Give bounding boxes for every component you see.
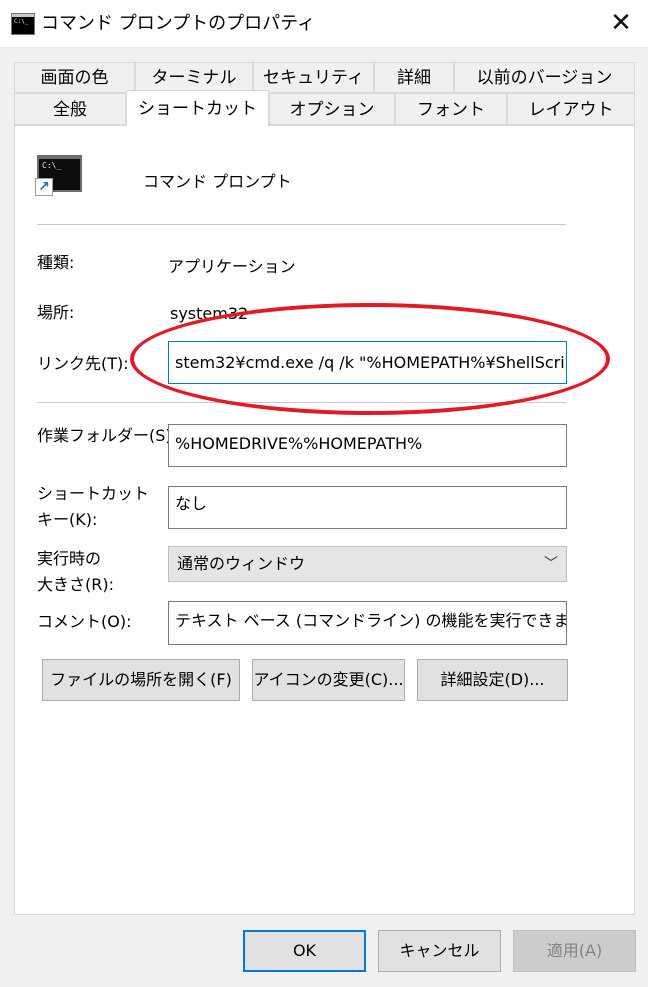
shortcut-name: コマンド プロンプト <box>143 172 292 191</box>
divider <box>37 402 566 403</box>
tab-layout[interactable]: レイアウト <box>507 93 635 125</box>
divider <box>37 224 566 225</box>
location-value: system32 <box>170 304 249 323</box>
tab-options[interactable]: オプション <box>269 93 395 125</box>
type-label: 種類: <box>37 253 75 272</box>
tab-shortcut[interactable]: ショートカット <box>126 90 269 126</box>
tab-colors[interactable]: 画面の色 <box>14 62 135 93</box>
target-input[interactable]: stem32¥cmd.exe /q /k "%HOMEPATH%¥ShellSc… <box>168 341 567 384</box>
tab-details[interactable]: 詳細 <box>374 62 454 93</box>
advanced-button[interactable]: 詳細設定(D)... <box>417 659 568 701</box>
comment-label: コメント(O): <box>37 612 132 631</box>
workdir-input[interactable]: %HOMEDRIVE%%HOMEPATH% <box>168 424 567 467</box>
command-prompt-icon: C:\_ <box>11 13 35 35</box>
tab-general[interactable]: 全般 <box>14 93 126 125</box>
window-title: コマンド プロンプトのプロパティ <box>41 13 316 34</box>
location-label: 場所: <box>37 303 75 322</box>
title-bar: C:\_ コマンド プロンプトのプロパティ ✕ <box>0 0 648 48</box>
tab-font[interactable]: フォント <box>395 93 507 125</box>
run-size-value: 通常のウィンドウ <box>177 554 306 573</box>
tab-security[interactable]: セキュリティ <box>253 62 374 93</box>
hotkey-label-line1: ショートカット <box>37 484 150 503</box>
close-button[interactable]: ✕ <box>594 0 648 48</box>
chevron-down-icon: ﹀ <box>544 556 558 572</box>
close-icon: ✕ <box>610 8 632 38</box>
hotkey-label-line2: キー(K): <box>37 510 98 529</box>
tab-terminal[interactable]: ターミナル <box>135 62 253 93</box>
cancel-button[interactable]: キャンセル <box>378 930 501 972</box>
type-value: アプリケーション <box>168 257 296 276</box>
open-file-location-button[interactable]: ファイルの場所を開く(F) <box>42 659 240 701</box>
workdir-label: 作業フォルダー(S): <box>37 426 178 445</box>
size-label-line1: 実行時の <box>37 549 102 568</box>
hotkey-input[interactable]: なし <box>168 486 567 529</box>
size-label-line2: 大きさ(R): <box>37 575 114 594</box>
run-size-select[interactable]: 通常のウィンドウ ﹀ <box>168 546 567 582</box>
ok-button[interactable]: OK <box>243 930 366 972</box>
change-icon-button[interactable]: アイコンの変更(C)... <box>252 659 405 701</box>
tab-previous-versions[interactable]: 以前のバージョン <box>454 62 635 93</box>
target-label: リンク先(T): <box>37 354 129 373</box>
icon-text: C:\_ <box>42 161 62 170</box>
shortcut-arrow-icon: ↗ <box>35 178 53 196</box>
icon-text: C:\_ <box>14 18 29 25</box>
apply-button[interactable]: 適用(A) <box>513 930 636 972</box>
comment-input[interactable]: テキスト ベース (コマンドライン) の機能を実行できます。 <box>168 601 567 645</box>
